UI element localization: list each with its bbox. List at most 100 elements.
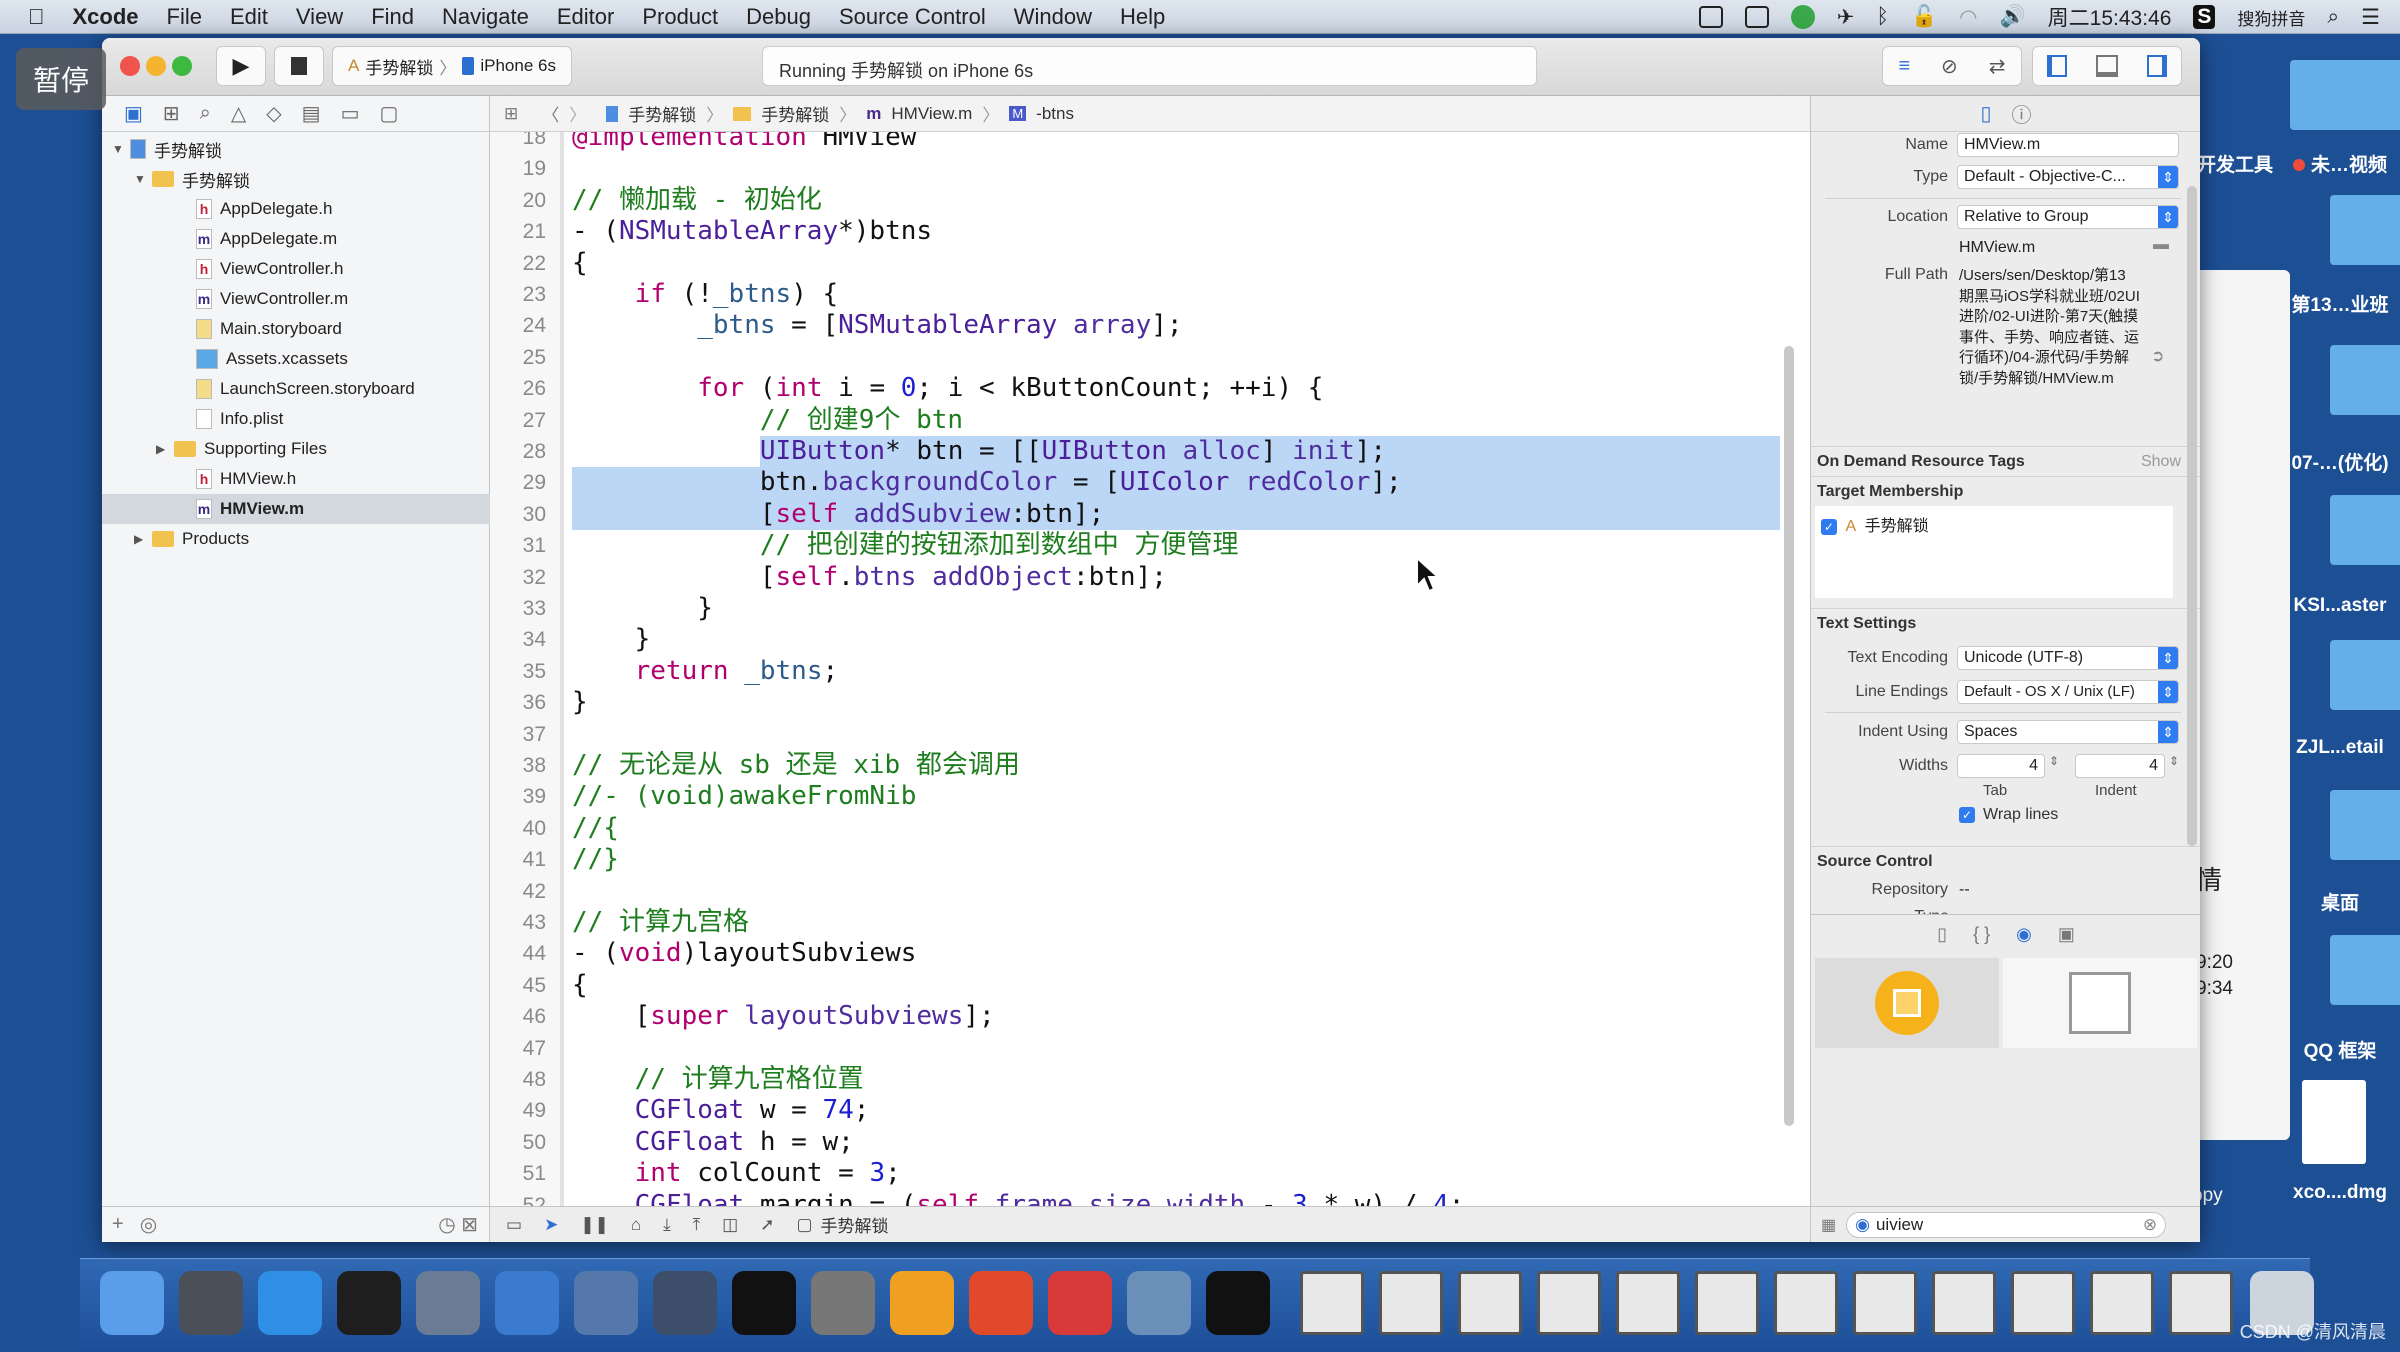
desktop-item-label[interactable]: 桌面: [2275, 888, 2400, 915]
inspector-scrollbar[interactable]: [2187, 186, 2197, 846]
navigator-toggle-icon[interactable]: [2047, 55, 2068, 77]
object-library-icon[interactable]: ◉: [2016, 924, 2032, 945]
minimized-window-icon[interactable]: [1695, 1271, 1759, 1335]
file-tree-item[interactable]: ▼ 手势解锁: [102, 134, 490, 164]
preview-icon[interactable]: [1048, 1271, 1112, 1335]
file-tree-item[interactable]: Info.plist: [102, 404, 490, 434]
file-tree-item[interactable]: m HMView.m: [102, 494, 490, 524]
test-navigator-icon[interactable]: ◇: [266, 101, 281, 126]
code-line[interactable]: 37: [490, 719, 1780, 750]
code-line[interactable]: 23 if (!_btns) {: [490, 279, 1780, 310]
quick-help-icon[interactable]: ⓘ: [2012, 99, 2032, 128]
editor-scrollbar[interactable]: [1784, 346, 1794, 1126]
jump-item-method[interactable]: -btns: [1036, 104, 1074, 124]
powerpoint-icon[interactable]: [890, 1271, 954, 1335]
chrome-icon[interactable]: [1206, 1271, 1270, 1335]
step-out-icon[interactable]: ⤒: [693, 1215, 701, 1235]
stop-button[interactable]: [274, 46, 324, 86]
file-tree-item[interactable]: m ViewController.m: [102, 284, 490, 314]
tab-stepper[interactable]: ⇕: [2049, 754, 2059, 768]
issue-navigator-icon[interactable]: △: [231, 101, 246, 126]
indent-using-select[interactable]: Spaces: [1957, 720, 2179, 744]
movie-app-icon[interactable]: [416, 1271, 480, 1335]
code-line[interactable]: 38 // 无论是从 sb 还是 xib 都会调用: [490, 750, 1780, 781]
tab-width-field[interactable]: 4: [1957, 754, 2045, 778]
location-select[interactable]: Relative to Group: [1957, 205, 2179, 229]
desktop-folder-icon[interactable]: [2330, 345, 2400, 415]
file-tree-item[interactable]: Main.storyboard: [102, 314, 490, 344]
desktop-item-label[interactable]: QQ 框架: [2275, 1036, 2400, 1063]
file-tree-item[interactable]: ▶ Products: [102, 524, 490, 554]
code-line[interactable]: 39 //- (void)awakeFromNib: [490, 781, 1780, 812]
code-line[interactable]: 43 // 计算九宫格: [490, 907, 1780, 938]
xcode-icon[interactable]: [495, 1271, 559, 1335]
zoom-button[interactable]: [172, 56, 192, 76]
disclosure-triangle-icon[interactable]: ▼: [112, 142, 126, 156]
jump-item-file[interactable]: HMView.m: [891, 104, 972, 124]
desktop-item-label[interactable]: 第13…业班: [2275, 290, 2400, 317]
file-tree-item[interactable]: h ViewController.h: [102, 254, 490, 284]
disclosure-triangle-icon[interactable]: ▼: [134, 172, 148, 186]
indent-stepper[interactable]: ⇕: [2169, 754, 2179, 768]
code-line[interactable]: 48 // 计算九宫格位置: [490, 1064, 1780, 1095]
indent-width-field[interactable]: 4: [2075, 754, 2165, 778]
code-line[interactable]: 40 //{: [490, 813, 1780, 844]
desktop-item-label[interactable]: ZJL...etail: [2275, 737, 2400, 759]
code-line[interactable]: 51 int colCount = 3;: [490, 1158, 1780, 1189]
code-line[interactable]: 36}: [490, 687, 1780, 718]
file-tree-item[interactable]: LaunchScreen.storyboard: [102, 374, 490, 404]
code-line[interactable]: 44 - (void)layoutSubviews: [490, 938, 1780, 969]
sketch-icon[interactable]: [811, 1271, 875, 1335]
safari-icon[interactable]: [258, 1271, 322, 1335]
dmg-file-icon[interactable]: [2302, 1080, 2366, 1164]
symbol-navigator-icon[interactable]: ⊞: [163, 101, 180, 126]
code-line[interactable]: 27 // 创建9个 btn: [490, 405, 1780, 436]
run-button[interactable]: ▶: [216, 46, 266, 86]
console-icon[interactable]: [1127, 1271, 1191, 1335]
code-line[interactable]: 35 return _btns;: [490, 656, 1780, 687]
grid-view-icon[interactable]: ▦: [1821, 1215, 1836, 1235]
code-snippet-icon[interactable]: { }: [1973, 924, 1990, 945]
mouse-app-icon[interactable]: [337, 1271, 401, 1335]
desktop-item-label[interactable]: 07-…(优化): [2275, 448, 2400, 475]
desktop-folder-icon[interactable]: [2330, 935, 2400, 1005]
minimized-window-icon[interactable]: [1300, 1271, 1364, 1335]
odr-show-button[interactable]: Show: [2141, 447, 2181, 477]
minimized-window-icon[interactable]: [1537, 1271, 1601, 1335]
desktop-folder-icon[interactable]: [2330, 790, 2400, 860]
breakpoints-toggle-icon[interactable]: ➤: [544, 1215, 558, 1235]
desktop-item-label[interactable]: KSI...aster: [2275, 595, 2400, 617]
reveal-icon[interactable]: [969, 1271, 1033, 1335]
minimized-window-icon[interactable]: [1379, 1271, 1443, 1335]
line-endings-select[interactable]: Default - OS X / Unix (LF): [1957, 680, 2179, 704]
clear-icon[interactable]: ⊗: [2143, 1215, 2157, 1235]
minimized-window-icon[interactable]: [1932, 1271, 1996, 1335]
code-line[interactable]: 49 CGFloat w = 74;: [490, 1095, 1780, 1126]
view-debug-icon[interactable]: ◫: [722, 1215, 738, 1235]
code-line[interactable]: 20 // 懒加载 - 初始化: [490, 185, 1780, 216]
minimized-window-icon[interactable]: [2011, 1271, 2075, 1335]
minimized-window-icon[interactable]: [2169, 1271, 2233, 1335]
code-line[interactable]: 31 // 把创建的按钮添加到数组中 方便管理: [490, 530, 1780, 561]
minimized-window-icon[interactable]: [2090, 1271, 2154, 1335]
finder-icon[interactable]: [100, 1271, 164, 1335]
target-checkbox[interactable]: ✓: [1821, 519, 1837, 535]
minimize-button[interactable]: [146, 56, 166, 76]
code-line[interactable]: 28 UIButton* btn = [[UIButton alloc] ini…: [490, 436, 1780, 467]
library-item-container[interactable]: [2003, 958, 2197, 1048]
find-navigator-icon[interactable]: ⌕: [200, 102, 211, 125]
code-line[interactable]: 29 btn.backgroundColor = [UIColor redCol…: [490, 467, 1780, 498]
minimized-window-icon[interactable]: [1458, 1271, 1522, 1335]
file-tree-item[interactable]: m AppDelegate.m: [102, 224, 490, 254]
file-tree-item[interactable]: h AppDelegate.h: [102, 194, 490, 224]
assistant-editor-icon[interactable]: ⊘: [1941, 54, 1958, 79]
pause-overlay[interactable]: 暂停: [16, 48, 106, 110]
library-filter-input[interactable]: ◉ uiview ⊗: [1846, 1211, 2167, 1238]
code-line[interactable]: 47: [490, 1033, 1780, 1064]
code-line[interactable]: 34 }: [490, 624, 1780, 655]
hide-debug-icon[interactable]: ▭: [506, 1215, 522, 1235]
file-tree-item[interactable]: ▶ Supporting Files: [102, 434, 490, 464]
code-line[interactable]: 30 [self addSubview:btn];: [490, 499, 1780, 530]
code-area[interactable]: 18 @implementation HMView 19 20 // 懒加载 - 初始化…: [490, 132, 1780, 1206]
code-line[interactable]: 25: [490, 342, 1780, 373]
